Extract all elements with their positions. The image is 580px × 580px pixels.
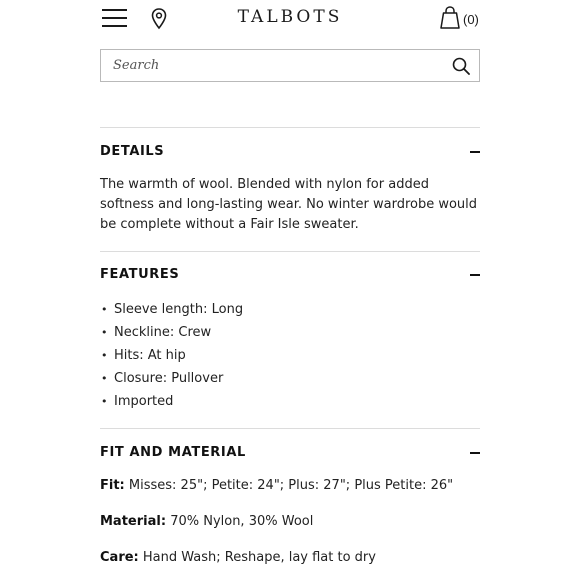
fit-row: Fit: Misses: 25"; Petite: 24"; Plus: 27"… bbox=[100, 478, 453, 493]
features-list: • Sleeve length: Long • Neckline: Crew • Hi… bbox=[100, 300, 243, 415]
list-item: • Closure: Pullover bbox=[100, 369, 243, 392]
fit-value: Misses: 25"; Petite: 24"; Plus: 27"; Plu… bbox=[128, 478, 454, 493]
bullet-icon: • bbox=[101, 372, 108, 385]
search-icon[interactable] bbox=[452, 57, 470, 75]
bullet-icon: • bbox=[101, 349, 108, 362]
care-value: Hand Wash; Reshape, lay flat to dry bbox=[142, 550, 376, 565]
bag-count: (0) bbox=[463, 11, 479, 27]
search-input[interactable] bbox=[101, 50, 431, 81]
care-row: Care: Hand Wash; Reshape, lay flat to dr… bbox=[100, 550, 376, 565]
collapse-fit-material-icon[interactable] bbox=[470, 448, 480, 458]
list-item: • Imported bbox=[100, 392, 243, 415]
list-item: • Sleeve length: Long bbox=[100, 300, 243, 323]
search-bar bbox=[100, 49, 480, 82]
details-heading[interactable]: DETAILS bbox=[100, 144, 164, 159]
divider bbox=[100, 251, 480, 252]
bullet-icon: • bbox=[101, 326, 108, 339]
material-value: 70% Nylon, 30% Wool bbox=[170, 514, 314, 529]
material-label: Material: bbox=[100, 514, 167, 529]
list-item: • Neckline: Crew bbox=[100, 323, 243, 346]
care-label: Care: bbox=[100, 550, 139, 565]
bullet-icon: • bbox=[101, 395, 108, 408]
collapse-features-icon[interactable] bbox=[470, 270, 480, 280]
site-header: TALBOTS (0) bbox=[100, 0, 480, 38]
brand-logo[interactable]: TALBOTS bbox=[100, 7, 480, 27]
details-description: The warmth of wool. Blended with nylon f… bbox=[100, 177, 478, 232]
bullet-icon: • bbox=[101, 303, 108, 316]
fit-label: Fit: bbox=[100, 478, 125, 493]
divider bbox=[100, 428, 480, 429]
features-heading[interactable]: FEATURES bbox=[100, 267, 179, 282]
fit-material-heading[interactable]: FIT AND MATERIAL bbox=[100, 445, 246, 460]
shopping-bag-icon bbox=[440, 5, 460, 33]
material-row: Material: 70% Nylon, 30% Wool bbox=[100, 514, 313, 529]
collapse-details-icon[interactable] bbox=[470, 147, 480, 157]
list-item: • Hits: At hip bbox=[100, 346, 243, 369]
shopping-bag-button[interactable]: (0) bbox=[440, 5, 479, 33]
divider bbox=[100, 127, 480, 128]
